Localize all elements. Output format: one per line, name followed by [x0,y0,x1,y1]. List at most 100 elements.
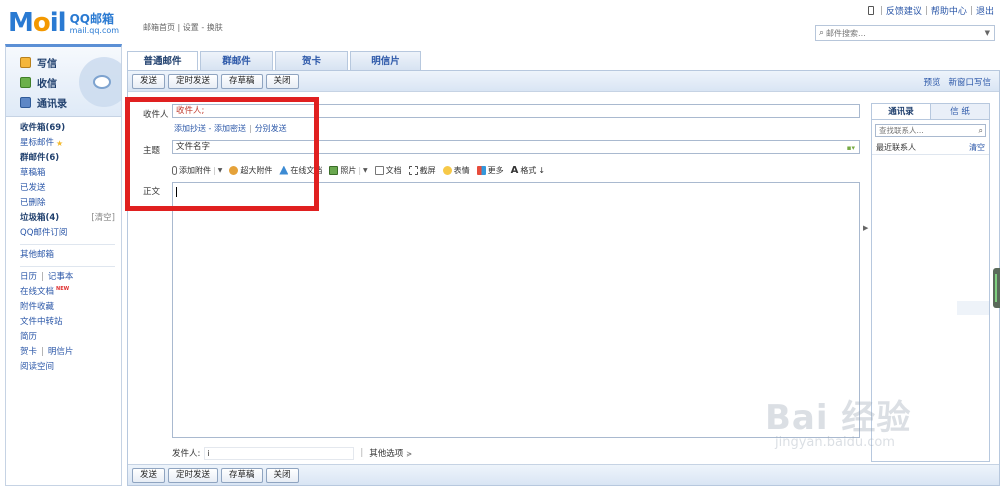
list-highlight [957,301,989,315]
add-cc-link[interactable]: 添加抄送 [174,124,206,133]
folder-deleted[interactable]: 已删除 [20,196,121,211]
sender-label: 发件人: [172,449,201,459]
reading-space-link[interactable]: 阅读空间 [20,360,121,375]
tab-postcard[interactable]: 明信片 [350,51,421,70]
postcard-link[interactable]: 明信片 [48,345,74,360]
to-field[interactable]: 收件人; [172,104,860,118]
save-draft-button[interactable]: 存草稿 [221,73,263,89]
tab-greeting-card[interactable]: 贺卡 [275,51,348,70]
subject-field[interactable]: 文件名字 ▪▾ [172,140,860,154]
other-options-link[interactable]: 其他选项 ≽ [369,447,412,459]
help-link[interactable]: 帮助中心 [931,4,967,17]
save-draft-button-bottom[interactable]: 存草稿 [221,467,263,483]
inbox-button[interactable]: 收信 [6,72,121,92]
folder-sent[interactable]: 已发送 [20,181,121,196]
close-button[interactable]: 关闭 [265,73,299,89]
double-chevron-down-icon: ≽ [406,450,413,458]
chevron-down-icon[interactable]: ▼ [363,167,368,174]
left-sidebar: 写信 收信 通讯录 收件箱(69) 星标邮件 ★ 群邮件(6) 草稿箱 已发送 已… [5,44,122,486]
contacts-panel: 通讯录 信 纸 ⌕ 最近联系人 清空 [871,103,990,462]
close-button-bottom[interactable]: 关闭 [265,467,299,483]
mail-search-box[interactable]: ⌕ ▼ [815,25,995,41]
timed-send-button[interactable]: 定时发送 [168,73,219,89]
attach-button[interactable]: 添加附件 | ▼ [172,165,222,176]
new-window-link[interactable]: 新窗口写信 [948,76,991,88]
add-bcc-link[interactable]: 添加密送 [214,124,246,133]
body-editor[interactable] [172,182,860,438]
sender-select[interactable]: i [204,446,355,460]
phone-icon[interactable] [867,6,874,15]
format-button[interactable]: A 格式 ↓ [511,165,545,176]
inbox-icon [20,76,31,88]
write-button[interactable]: 写信 [6,52,121,72]
chevron-down-icon[interactable]: ▼ [218,167,223,174]
screenshot-icon [408,165,418,175]
contact-search-input[interactable] [879,126,979,135]
to-label: 收件人 [143,110,169,120]
send-button-bottom[interactable]: 发送 [132,467,166,483]
folder-inbox[interactable]: 收件箱(69) [20,121,121,136]
timed-send-button-bottom[interactable]: 定时发送 [168,467,219,483]
star-icon: ★ [56,139,64,148]
folder-group[interactable]: 群邮件(6) [20,151,121,166]
contacts-button[interactable]: 通讯录 [6,92,121,112]
folder-list: 收件箱(69) 星标邮件 ★ 群邮件(6) 草稿箱 已发送 已删除 垃圾箱(4)[… [6,117,121,375]
contact-search-box[interactable]: ⌕ [875,124,986,137]
logo-wordmark: Moil [8,8,67,38]
document-icon [374,165,384,175]
qq-mail-logo[interactable]: Moil QQ邮箱 mail.qq.com [8,6,119,36]
subject-label: 主题 [143,146,161,156]
screenshot-button[interactable]: 截屏 [408,165,436,176]
top-bar: Moil QQ邮箱 mail.qq.com 邮箱首页 | 设置 - 换肤 | 反… [0,0,1000,44]
collapse-panel-arrow-icon[interactable]: ▶ [863,224,868,232]
send-button[interactable]: 发送 [132,73,166,89]
mail-search-input[interactable] [826,28,985,38]
feedback-link[interactable]: 反馈建议 [886,4,922,17]
emoji-button[interactable]: 表情 [442,165,470,176]
top-nav[interactable]: 邮箱首页 | 设置 - 换肤 [143,22,223,33]
sender-row: 发件人: i | 其他选项 ≽ [172,446,413,460]
cloud-icon [279,165,289,175]
online-doc-button[interactable]: 在线文档 [279,165,322,176]
tab-group-mail[interactable]: 群邮件 [200,51,273,70]
logout-link[interactable]: 退出 [976,4,994,17]
tab-normal-mail[interactable]: 普通邮件 [127,51,198,71]
tab-stationery[interactable]: 信 纸 [931,104,989,119]
file-transfer-link[interactable]: 文件中转站 [20,315,121,330]
divider [20,266,115,267]
doc-button[interactable]: 文档 [374,165,402,176]
search-icon[interactable]: ⌕ [979,126,983,136]
calendar-link[interactable]: 日历 [20,270,37,285]
bottom-toolbar: 发送 定时发送 存草稿 关闭 [128,464,999,485]
attachments-link[interactable]: 附件收藏 [20,300,121,315]
preview-link[interactable]: 预览 [923,76,940,88]
folder-drafts[interactable]: 草稿箱 [20,166,121,181]
resume-link[interactable]: 简历 [20,330,121,345]
empty-spam-link[interactable]: [清空] [91,211,115,226]
folder-subscriptions[interactable]: QQ邮件订阅 [20,226,121,241]
online-docs-link[interactable]: 在线文档 NEW [20,285,121,300]
folder-starred[interactable]: 星标邮件 ★ [20,136,121,151]
editor-toolbar: 添加附件 | ▼ 超大附件 在线文档 照片 | ▼ 文档 截屏 表情 更多 A 格式 ↓ [172,162,545,178]
big-attach-button[interactable]: 超大附件 [229,165,272,176]
more-button[interactable]: 更多 [476,165,504,176]
new-badge: NEW [56,286,70,292]
other-mailboxes[interactable]: 其他邮箱 [20,248,121,263]
tab-contacts[interactable]: 通讯录 [872,104,931,119]
tools-row-card: 贺卡 | 明信片 [20,345,121,360]
separate-send-link[interactable]: 分别发送 [255,124,287,133]
subject-value: 文件名字 [176,142,211,152]
divider [20,244,115,245]
side-handle-icon[interactable] [993,268,1000,308]
photo-button[interactable]: 照片 | ▼ [329,165,368,176]
pencil-icon [20,56,31,68]
folder-spam[interactable]: 垃圾箱(4) [清空] [20,211,121,226]
compose-form: 收件人 收件人; 添加抄送 - 添加密送 | 分别发送 主题 文件名字 ▪▾ 添加附… [128,92,869,464]
paperclip-icon [172,165,177,175]
contacts-list [872,152,989,412]
chevron-down-icon[interactable]: ▼ [985,29,990,37]
format-arrow-icon: ↓ [538,165,546,175]
card-link[interactable]: 贺卡 [20,345,37,360]
subject-style-icon[interactable]: ▪▾ [847,142,855,154]
text-cursor [176,187,177,197]
